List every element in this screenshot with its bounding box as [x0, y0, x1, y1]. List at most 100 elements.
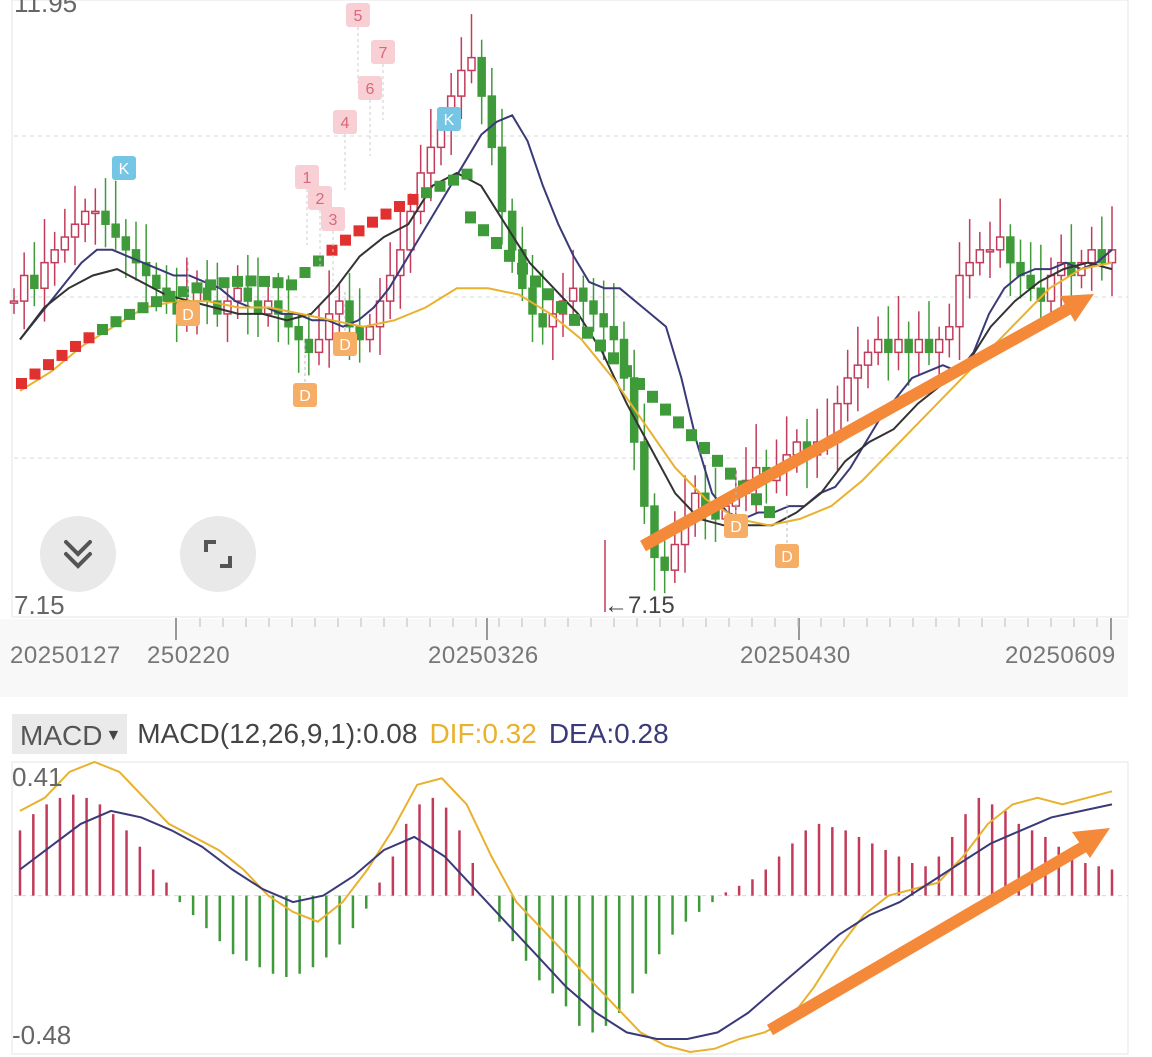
candle [233, 287, 242, 302]
candle [640, 441, 649, 507]
macd-chart[interactable] [0, 700, 1152, 1057]
band-block [286, 279, 297, 291]
band-block [191, 282, 203, 294]
band-block [421, 187, 432, 199]
num-marker-text: 5 [354, 8, 363, 25]
band-block [465, 211, 476, 224]
price-chart[interactable]: K K D D D D D 123 4 5 6 7 [0, 0, 1152, 700]
macd-max-label: 0.41 [12, 762, 63, 792]
candle [30, 274, 39, 290]
candle [70, 223, 80, 238]
band-block [569, 313, 580, 326]
d-marker-text: D [182, 307, 194, 324]
band-block [686, 429, 697, 442]
band-block [232, 275, 243, 287]
band-block [725, 467, 736, 480]
band-block [751, 493, 762, 506]
band-block [353, 225, 365, 237]
band-block [621, 365, 632, 378]
band-block [29, 368, 41, 380]
fullscreen-icon [204, 540, 232, 568]
band-block [461, 168, 473, 180]
num-marker-text: 3 [329, 212, 338, 229]
num-marker: 3 [321, 207, 345, 231]
band-block [434, 180, 446, 192]
candle [995, 236, 1005, 251]
date-tick-1: 250220 [147, 642, 231, 669]
k-marker-text: K [119, 161, 130, 178]
candle [945, 325, 954, 341]
candle [101, 210, 110, 225]
band-block [764, 506, 775, 519]
band-block [326, 244, 338, 256]
num-marker-text: 2 [316, 191, 325, 208]
band-block [110, 316, 122, 328]
band-block [313, 255, 324, 267]
band-block [543, 288, 554, 301]
candle [60, 236, 70, 251]
num-marker-text: 7 [379, 45, 388, 62]
date-tick-4: 20250609 [1005, 642, 1116, 669]
candle [121, 236, 131, 251]
band-block [299, 267, 311, 279]
band-block [448, 174, 459, 186]
candle [152, 274, 161, 290]
candle [487, 95, 497, 149]
date-tick-3: 20250430 [740, 642, 851, 669]
candle [538, 313, 547, 328]
band-block [407, 193, 419, 205]
candle [589, 300, 598, 315]
candle [934, 338, 944, 354]
d-marker-text: D [339, 337, 351, 354]
d-marker-text: D [781, 549, 793, 566]
candle [467, 56, 476, 72]
collapse-button[interactable] [40, 516, 116, 592]
candle [914, 338, 924, 354]
band-block [556, 301, 567, 314]
num-marker: 6 [358, 76, 382, 100]
d-marker: D [293, 383, 317, 407]
candle [457, 69, 466, 97]
candle [335, 300, 344, 315]
band-block [70, 340, 81, 352]
num-marker: 4 [333, 110, 357, 134]
candle [985, 249, 995, 253]
band-block [608, 352, 619, 365]
band-block [530, 275, 541, 288]
band-block [151, 296, 162, 308]
band-block [647, 390, 658, 403]
candle [670, 543, 680, 571]
k-marker-text: K [444, 112, 455, 129]
band-block [478, 224, 489, 237]
candle [80, 210, 90, 225]
d-marker-text: D [730, 519, 742, 536]
candle [894, 338, 903, 354]
candle [1087, 249, 1096, 264]
candle [304, 338, 314, 354]
band-block [245, 275, 257, 287]
d-marker-text: D [299, 388, 311, 405]
date-tick-0: 20250127 [10, 642, 121, 669]
fullscreen-button[interactable] [180, 516, 256, 592]
candle [497, 146, 507, 213]
candle [50, 249, 59, 264]
candle [365, 325, 375, 341]
candle [609, 325, 619, 341]
num-marker-text: 6 [366, 81, 375, 98]
band-block [712, 454, 723, 467]
band-block [660, 403, 671, 416]
candle [853, 364, 863, 379]
candle [426, 146, 436, 174]
candle [91, 210, 100, 215]
band-block [367, 216, 378, 228]
band-block [205, 279, 216, 291]
band-block [56, 349, 68, 361]
candle [9, 300, 19, 304]
num-marker: 5 [346, 3, 370, 27]
band-block [97, 324, 108, 336]
candle [324, 313, 334, 341]
band-block [582, 326, 593, 339]
candle [955, 274, 964, 328]
band-block [83, 332, 95, 344]
candle [40, 261, 49, 290]
